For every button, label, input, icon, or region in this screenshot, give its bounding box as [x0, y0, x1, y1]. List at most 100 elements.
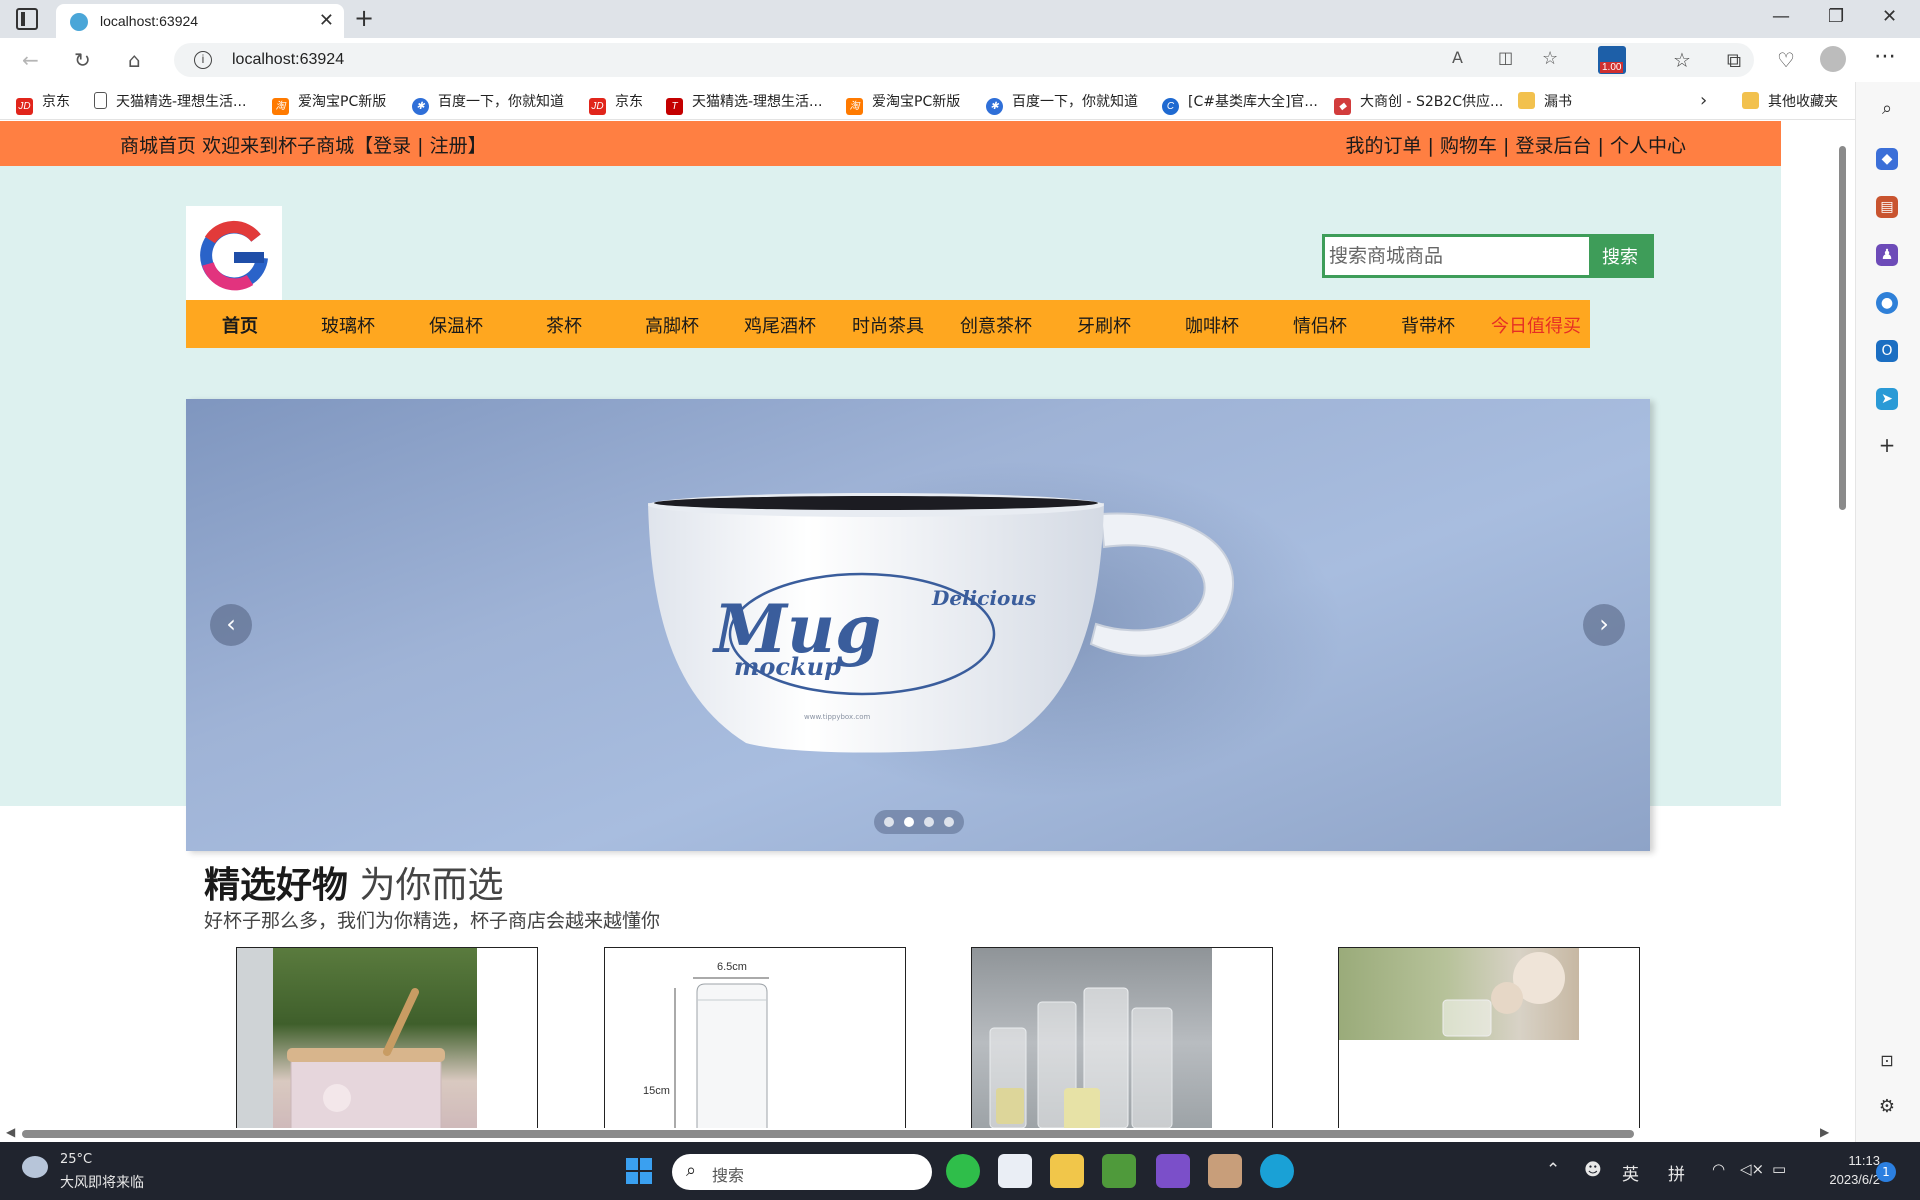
shopping-tag-icon[interactable]: ◆ [1876, 148, 1898, 170]
register-link[interactable]: 注册 [430, 135, 468, 157]
new-tab-icon[interactable]: + [354, 4, 374, 32]
weather-icon[interactable] [22, 1156, 48, 1178]
product-card[interactable]: 6.5cm 15cm [604, 947, 906, 1129]
horizontal-scrollbar[interactable]: ◀ ▶ [0, 1125, 1832, 1140]
more-bookmarks-chevron-icon[interactable]: › [1700, 90, 1707, 111]
notification-badge[interactable]: 1 [1876, 1162, 1896, 1182]
carousel-dot[interactable] [904, 817, 914, 827]
minimize-icon[interactable]: — [1772, 6, 1790, 27]
carousel-dot[interactable] [884, 817, 894, 827]
performance-icon[interactable]: ♡ [1760, 48, 1812, 72]
file-explorer-icon[interactable] [1050, 1154, 1084, 1188]
product-card[interactable] [971, 947, 1273, 1129]
nav-item-teacup[interactable]: 茶杯 [510, 312, 618, 338]
bookmark-item[interactable]: JD 京东 [16, 91, 70, 115]
editor-icon[interactable] [1102, 1154, 1136, 1188]
carousel-dot[interactable] [944, 817, 954, 827]
profile-avatar[interactable] [1820, 46, 1846, 72]
sidebar-hide-icon[interactable]: ⊡ [1876, 1050, 1898, 1072]
user-center-link[interactable]: 个人中心 [1610, 135, 1686, 157]
window-close-icon[interactable]: ✕ [1882, 6, 1897, 27]
home-icon[interactable]: ⌂ [128, 48, 141, 72]
wifi-icon[interactable]: ◠ [1712, 1160, 1725, 1178]
outlook-icon[interactable]: O [1876, 340, 1898, 362]
bookmark-folder[interactable]: 漏书 [1518, 91, 1572, 111]
browser-tab-active[interactable]: localhost:63924 ✕ [56, 4, 344, 38]
refresh-icon[interactable]: ↻ [74, 48, 91, 72]
nav-item-toothbrush-cup[interactable]: 牙刷杯 [1050, 312, 1158, 338]
cart-link[interactable]: 购物车 [1440, 135, 1497, 157]
bookmark-item[interactable]: C [C#基类库大全]官... [1162, 91, 1318, 115]
scroll-left-icon[interactable]: ◀ [6, 1125, 15, 1139]
product-card[interactable] [236, 947, 538, 1129]
back-icon[interactable]: ← [22, 48, 39, 72]
my-orders-link[interactable]: 我的订单 [1345, 135, 1421, 157]
bookmark-item[interactable]: T 天猫精选-理想生活... [666, 91, 822, 115]
nav-item-tea-set[interactable]: 时尚茶具 [834, 312, 942, 338]
wechat-icon[interactable] [946, 1154, 980, 1188]
bookmark-item[interactable]: 天猫精选-理想生活... [94, 91, 246, 111]
carousel-prev-button[interactable]: ‹ [210, 604, 252, 646]
battery-icon[interactable]: ▭ [1772, 1160, 1786, 1178]
app-icon[interactable] [998, 1154, 1032, 1188]
nav-item-strap-cup[interactable]: 背带杯 [1374, 312, 1482, 338]
site-logo[interactable] [186, 206, 282, 302]
nav-item-coffee-cup[interactable]: 咖啡杯 [1158, 312, 1266, 338]
collections-icon[interactable]: ⧉ [1708, 48, 1760, 72]
nav-item-thermos[interactable]: 保温杯 [402, 312, 510, 338]
vertical-scrollbar[interactable] [1837, 140, 1847, 1110]
split-screen-icon[interactable]: ◫ [1498, 48, 1513, 67]
games-icon[interactable]: ♟ [1876, 244, 1898, 266]
scroll-right-icon[interactable]: ▶ [1820, 1125, 1829, 1139]
add-favorite-icon[interactable]: ☆ [1542, 48, 1558, 69]
restore-icon[interactable]: ❐ [1828, 6, 1844, 27]
avatar-app-icon[interactable] [1208, 1154, 1242, 1188]
nav-item-couple-cup[interactable]: 情侣杯 [1266, 312, 1374, 338]
read-aloud-icon[interactable]: A [1452, 48, 1463, 67]
favorites-icon[interactable]: ☆ [1656, 48, 1708, 72]
nav-item-goblet[interactable]: 高脚杯 [618, 312, 726, 338]
send-icon[interactable]: ➤ [1876, 388, 1898, 410]
tab-actions-icon[interactable] [16, 8, 38, 30]
nav-item-cocktail[interactable]: 鸡尾酒杯 [726, 312, 834, 338]
tray-chevron-icon[interactable]: ⌃ [1546, 1160, 1560, 1180]
nav-item-glass[interactable]: 玻璃杯 [294, 312, 402, 338]
tab-close-icon[interactable]: ✕ [319, 10, 334, 31]
sidebar-settings-icon[interactable]: ⚙ [1876, 1096, 1898, 1118]
volume-icon[interactable]: ◁× [1740, 1160, 1764, 1178]
edge-icon[interactable] [1260, 1154, 1294, 1188]
visual-studio-icon[interactable] [1156, 1154, 1190, 1188]
other-favorites-folder[interactable]: 其他收藏夹 [1742, 91, 1838, 111]
taskbar-search[interactable]: ⌕ 搜索 [672, 1154, 932, 1190]
vertical-scroll-thumb[interactable] [1839, 146, 1846, 510]
nav-item-daily-deals[interactable]: 今日值得买 [1482, 312, 1590, 338]
bookmark-item[interactable]: 淘爱淘宝PC新版 [846, 91, 960, 115]
carousel-next-button[interactable]: › [1583, 604, 1625, 646]
ime-language[interactable]: 英 [1622, 1160, 1639, 1185]
site-info-icon[interactable]: i [194, 51, 212, 69]
admin-login-link[interactable]: 登录后台 [1515, 135, 1591, 157]
clock[interactable]: 11:13 2023/6/2 [1824, 1151, 1880, 1189]
search-button[interactable]: 搜索 [1589, 237, 1651, 275]
bookmark-item[interactable]: ✱ 百度一下，你就知道 [986, 91, 1138, 115]
more-menu-icon[interactable]: ⋯ [1874, 44, 1896, 69]
nav-item-creative-teacup[interactable]: 创意茶杯 [942, 312, 1050, 338]
bookmark-item[interactable]: 淘爱淘宝PC新版 [272, 91, 386, 115]
tools-icon[interactable]: ▤ [1876, 196, 1898, 218]
sidebar-add-icon[interactable]: + [1876, 434, 1898, 456]
horizontal-scroll-thumb[interactable] [22, 1130, 1634, 1138]
office-icon[interactable]: ● [1876, 292, 1898, 314]
start-icon[interactable] [626, 1158, 652, 1184]
sidebar-search-icon[interactable]: ⌕ [1876, 98, 1898, 120]
search-input[interactable] [1325, 237, 1589, 275]
nav-item-home[interactable]: 首页 [186, 312, 294, 338]
home-link[interactable]: 商城首页 [120, 135, 196, 157]
address-bar[interactable]: i localhost:63924 [174, 43, 1754, 77]
ime-mode[interactable]: 拼 [1668, 1160, 1685, 1185]
login-link[interactable]: 登录 [373, 135, 411, 157]
tray-app-icon[interactable]: ☻ [1584, 1160, 1602, 1180]
url-text[interactable]: localhost:63924 [232, 51, 344, 69]
bookmark-item[interactable]: JD 京东 [589, 91, 643, 115]
bookmark-item[interactable]: ◆ 大商创 - S2B2C供应... [1334, 91, 1503, 115]
carousel-dot[interactable] [924, 817, 934, 827]
